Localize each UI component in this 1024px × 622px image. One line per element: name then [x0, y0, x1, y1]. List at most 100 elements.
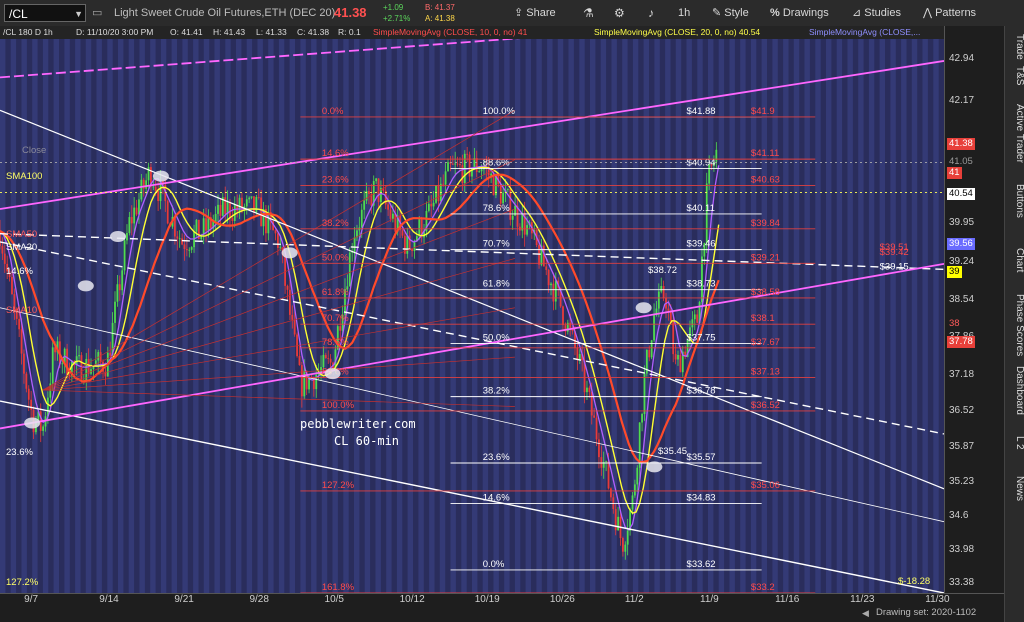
session-column — [622, 39, 628, 593]
candle-body — [279, 247, 282, 249]
candle-body — [195, 219, 198, 232]
bid-price: B: 41.37 — [425, 3, 455, 12]
side-tab-phase-scores[interactable]: Phase Scores — [1005, 294, 1024, 356]
candle-body — [456, 163, 459, 165]
price-tag: 39 — [947, 266, 962, 279]
session-column — [482, 39, 489, 593]
left-fib-146: 14.6% — [6, 266, 33, 277]
symbol-details-icon[interactable]: ▭ — [92, 0, 102, 26]
side-tab-t-s[interactable]: T&S — [1005, 66, 1024, 85]
session-column — [182, 39, 188, 593]
candle-body — [18, 318, 21, 330]
drawings-label: Drawings — [782, 7, 829, 19]
candle-body — [267, 211, 270, 234]
side-tab-news[interactable]: News — [1005, 476, 1024, 501]
bar-close: C: 41.38 — [297, 27, 330, 37]
candle-body — [578, 354, 581, 360]
session-column — [847, 39, 853, 593]
candle-body — [648, 349, 651, 358]
fib-red-price-label: $39.84 — [751, 218, 780, 229]
fib-red-percent-label: 161.8% — [322, 582, 355, 593]
price-tag: 38 — [949, 318, 960, 330]
flask-icon[interactable]: ⚗ — [583, 0, 594, 26]
fib-price-label: $33.62 — [687, 559, 716, 570]
price-tick: 42.17 — [949, 94, 975, 106]
style-button[interactable]: ✎ Style — [712, 0, 749, 26]
fib-red-percent-label: 100.0% — [322, 400, 355, 411]
candle-body — [229, 201, 231, 218]
sma10-study-label[interactable]: SimpleMovingAvg (CLOSE, 10, 0, no) 41 — [373, 26, 527, 39]
candle-body — [550, 283, 552, 286]
price-chart[interactable]: 100.0% $41.88 88.6% $40.94 78.6% $40.11 70.7% $… — [0, 39, 944, 593]
sma20-study-label[interactable]: SimpleMovingAvg (CLOSE, 20, 0, no) 40.54 — [594, 26, 760, 39]
fib-percent-label: 70.7% — [483, 239, 510, 250]
drawings-button[interactable]: % Drawings — [770, 0, 829, 26]
candle-body — [631, 495, 634, 510]
candle-body — [205, 218, 207, 231]
price-axis[interactable]: 42.9442.1739.9539.2438.5437.8637.1836.52… — [944, 26, 1005, 593]
candle-body — [662, 285, 665, 298]
sma10-label: SMA10 — [6, 305, 38, 316]
candle-body — [653, 315, 655, 341]
bell-icon[interactable]: ♪ — [648, 0, 654, 26]
status-bar: ◀ Drawing set: 2020-1102 — [0, 605, 1004, 622]
candle-body — [368, 191, 370, 195]
candle-body — [30, 399, 33, 410]
candle-body — [253, 196, 255, 213]
candle-body — [507, 189, 509, 190]
pivot-marker — [152, 170, 169, 182]
side-tab-buttons[interactable]: Buttons — [1005, 184, 1024, 218]
sma50-study-label[interactable]: SimpleMovingAvg (CLOSE,... — [809, 26, 920, 39]
candle-body — [327, 358, 330, 359]
session-column — [686, 39, 692, 593]
candle-body — [11, 276, 13, 295]
session-column — [96, 39, 102, 593]
annotation-3872: $38.72 — [648, 265, 678, 276]
fib-red-price-label: $40.63 — [751, 174, 780, 185]
side-tab-dashboard[interactable]: Dashboard — [1005, 366, 1024, 415]
symbol-input[interactable]: /CL ▼ — [4, 4, 86, 22]
side-tab-l-2[interactable]: L 2 — [1005, 436, 1024, 450]
session-column — [514, 39, 521, 593]
chart-canvas[interactable]: 100.0% $41.8888.6% $40.9478.6% $40.1170.7% $… — [0, 39, 944, 593]
session-column — [675, 39, 682, 593]
drawing-set-label[interactable]: Drawing set: 2020-1102 — [876, 607, 976, 618]
session-column — [472, 39, 478, 593]
extra-price-label: $39.42 — [880, 247, 909, 258]
share-button[interactable]: ⇪ Share — [514, 0, 556, 26]
candle-body — [363, 200, 366, 210]
patterns-button[interactable]: ⋀ Patterns — [923, 0, 976, 26]
settings-gear-icon[interactable]: ⚙ — [614, 0, 625, 26]
candle-body — [562, 306, 564, 326]
candle-body — [461, 165, 464, 184]
extra-price-label: $39.15 — [880, 262, 909, 273]
fib-red-percent-label: 127.2% — [322, 480, 355, 491]
side-tab-chart[interactable]: Chart — [1005, 248, 1024, 272]
period-selector[interactable]: 1h — [678, 0, 690, 26]
watermark-site: pebblewriter.com — [300, 417, 416, 431]
session-column — [718, 39, 725, 593]
session-column — [171, 39, 177, 593]
candle-body — [406, 235, 409, 254]
chevron-down-icon[interactable]: ▼ — [74, 5, 83, 23]
candle-body — [348, 252, 351, 287]
candle-body — [245, 199, 248, 207]
candle-body — [679, 354, 682, 373]
drawings-icon: % — [770, 7, 783, 19]
scroll-arrow-icon[interactable]: ◀ — [862, 608, 869, 619]
session-column — [364, 39, 371, 593]
fib-red-price-label: $38.58 — [751, 287, 780, 298]
candle-body — [353, 237, 356, 253]
session-column — [418, 39, 424, 593]
candle-body — [145, 180, 148, 189]
candle-body — [454, 163, 457, 165]
candle-body — [598, 439, 600, 458]
side-tab-trade[interactable]: Trade — [1005, 34, 1024, 60]
session-column — [278, 39, 285, 593]
candle-body — [499, 184, 502, 204]
side-tab-active-trader[interactable]: Active Trader — [1005, 104, 1024, 163]
session-column — [708, 39, 714, 593]
candle-body — [502, 192, 505, 204]
studies-button[interactable]: ⊿ Studies — [852, 0, 901, 26]
price-tick: 38.54 — [949, 294, 975, 306]
